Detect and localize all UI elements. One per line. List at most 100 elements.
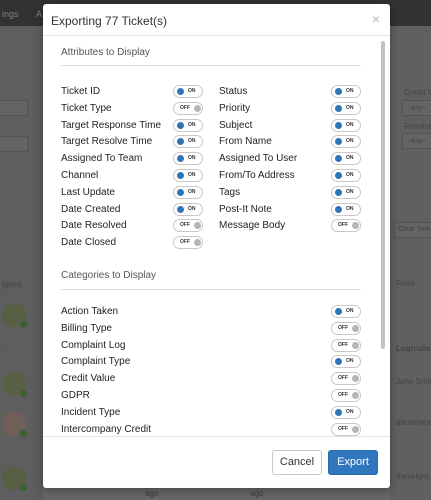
toggle-switch[interactable]: ON bbox=[331, 202, 361, 216]
toggle-switch[interactable]: ON bbox=[173, 169, 203, 182]
option-row: Ticket Type OFF bbox=[61, 101, 205, 116]
option-row: Incident Type ON bbox=[61, 405, 363, 420]
toggle-switch[interactable]: ON bbox=[331, 305, 361, 318]
option-row: From Name ON bbox=[219, 135, 363, 149]
toggle-switch[interactable]: ON bbox=[331, 405, 361, 419]
toggle-state-text: ON bbox=[346, 205, 354, 212]
toggle-knob-icon bbox=[335, 138, 342, 146]
toggle-knob-icon bbox=[335, 88, 342, 95]
toggle-knob-icon bbox=[352, 341, 359, 349]
toggle-switch[interactable]: OFF bbox=[331, 372, 361, 386]
toggle-knob-icon bbox=[177, 88, 184, 95]
categories-divider bbox=[61, 289, 361, 290]
toggle-state-text: ON bbox=[188, 138, 196, 145]
toggle-switch[interactable]: OFF bbox=[331, 338, 361, 352]
toggle-state-text: OFF bbox=[180, 239, 190, 246]
toggle-switch[interactable]: ON bbox=[173, 85, 203, 98]
toggle-switch[interactable]: ON bbox=[173, 202, 203, 216]
toggle-knob-icon bbox=[352, 425, 359, 433]
toggle-state-text: ON bbox=[346, 88, 354, 94]
toggle-knob-icon bbox=[177, 138, 184, 146]
toggle-switch[interactable]: ON bbox=[331, 169, 361, 182]
option-row: From/To Address ON bbox=[219, 169, 363, 183]
option-label: Date Resolved bbox=[61, 220, 127, 232]
dialog-footer: Cancel Export bbox=[43, 436, 390, 488]
option-row: Target Response Time ON bbox=[61, 118, 205, 133]
toggle-state-text: ON bbox=[346, 155, 354, 162]
option-label: GDPR bbox=[61, 390, 90, 401]
toggle-switch[interactable]: ON bbox=[331, 118, 361, 132]
toggle-switch[interactable]: ON bbox=[173, 185, 203, 199]
toggle-switch[interactable]: OFF bbox=[173, 101, 203, 115]
toggle-switch[interactable]: OFF bbox=[331, 389, 361, 402]
toggle-switch[interactable]: ON bbox=[331, 135, 361, 149]
option-row: Subject ON bbox=[219, 118, 363, 133]
toggle-state-text: ON bbox=[188, 155, 196, 162]
option-row: Last Update ON bbox=[61, 185, 205, 200]
toggle-switch[interactable]: OFF bbox=[173, 236, 203, 250]
option-label: Subject bbox=[219, 119, 253, 131]
option-row: Action Taken ON bbox=[61, 305, 363, 319]
option-row: Assigned To Team ON bbox=[61, 152, 205, 166]
toggle-switch[interactable]: ON bbox=[331, 355, 361, 369]
dialog-scrollbar[interactable] bbox=[381, 41, 385, 349]
option-row: Intercompany Credit OFF bbox=[61, 422, 363, 436]
toggle-state-text: ON bbox=[188, 88, 196, 94]
option-row: Tags ON bbox=[219, 185, 363, 200]
toggle-knob-icon bbox=[335, 308, 342, 315]
toggle-state-text: ON bbox=[188, 121, 196, 128]
toggle-switch[interactable]: ON bbox=[173, 135, 203, 149]
toggle-switch[interactable]: ON bbox=[331, 152, 361, 166]
close-icon[interactable]: × bbox=[372, 11, 380, 27]
cancel-button[interactable]: Cancel bbox=[272, 450, 322, 475]
toggle-state-text: OFF bbox=[338, 341, 348, 348]
toggle-switch[interactable]: OFF bbox=[331, 219, 361, 233]
toggle-knob-icon bbox=[335, 358, 342, 366]
option-label: Billing Type bbox=[61, 322, 112, 334]
option-label: Target Response Time bbox=[61, 119, 162, 131]
option-row: Target Resolve Time ON bbox=[61, 135, 205, 149]
toggle-state-text: ON bbox=[346, 104, 354, 111]
toggle-knob-icon bbox=[352, 324, 359, 332]
toggle-state-text: OFF bbox=[338, 425, 348, 432]
toggle-switch[interactable]: ON bbox=[331, 185, 361, 199]
toggle-knob-icon bbox=[194, 222, 201, 230]
toggle-switch[interactable]: ON bbox=[331, 101, 361, 115]
toggle-knob-icon bbox=[335, 172, 342, 179]
toggle-switch[interactable]: OFF bbox=[173, 219, 203, 233]
toggle-switch[interactable]: ON bbox=[173, 118, 203, 132]
toggle-switch[interactable]: OFF bbox=[331, 321, 361, 335]
toggle-knob-icon bbox=[352, 392, 359, 399]
toggle-knob-icon bbox=[194, 104, 201, 112]
option-row: Complaint Log OFF bbox=[61, 338, 363, 353]
toggle-state-text: ON bbox=[346, 172, 354, 178]
toggle-switch[interactable]: OFF bbox=[331, 422, 361, 436]
option-label: Message Body bbox=[219, 220, 286, 232]
toggle-state-text: OFF bbox=[338, 324, 348, 331]
toggle-state-text: ON bbox=[346, 308, 354, 314]
toggle-knob-icon bbox=[335, 408, 342, 416]
toggle-state-text: OFF bbox=[180, 222, 190, 229]
option-row: Message Body OFF bbox=[219, 219, 363, 233]
toggle-switch[interactable]: ON bbox=[173, 152, 203, 166]
toggle-knob-icon bbox=[335, 155, 342, 163]
attributes-divider bbox=[61, 65, 361, 66]
attributes-section-title: Attributes to Display bbox=[61, 47, 150, 58]
option-row: Billing Type OFF bbox=[61, 321, 363, 336]
toggle-knob-icon bbox=[177, 172, 184, 179]
toggle-state-text: ON bbox=[188, 205, 196, 212]
option-label: Date Created bbox=[61, 203, 121, 215]
option-label: Date Closed bbox=[61, 237, 117, 249]
option-row: Post-It Note ON bbox=[219, 202, 363, 217]
toggle-knob-icon bbox=[335, 205, 342, 213]
option-label: Tags bbox=[219, 186, 241, 198]
option-row: Date Closed OFF bbox=[61, 236, 205, 250]
toggle-knob-icon bbox=[352, 222, 359, 230]
toggle-knob-icon bbox=[335, 188, 342, 196]
option-label: Last Update bbox=[61, 186, 115, 198]
toggle-state-text: OFF bbox=[338, 375, 348, 382]
option-label: Status bbox=[219, 86, 248, 97]
option-label: Priority bbox=[219, 102, 251, 114]
toggle-switch[interactable]: ON bbox=[331, 85, 361, 98]
export-button[interactable]: Export bbox=[328, 450, 378, 475]
